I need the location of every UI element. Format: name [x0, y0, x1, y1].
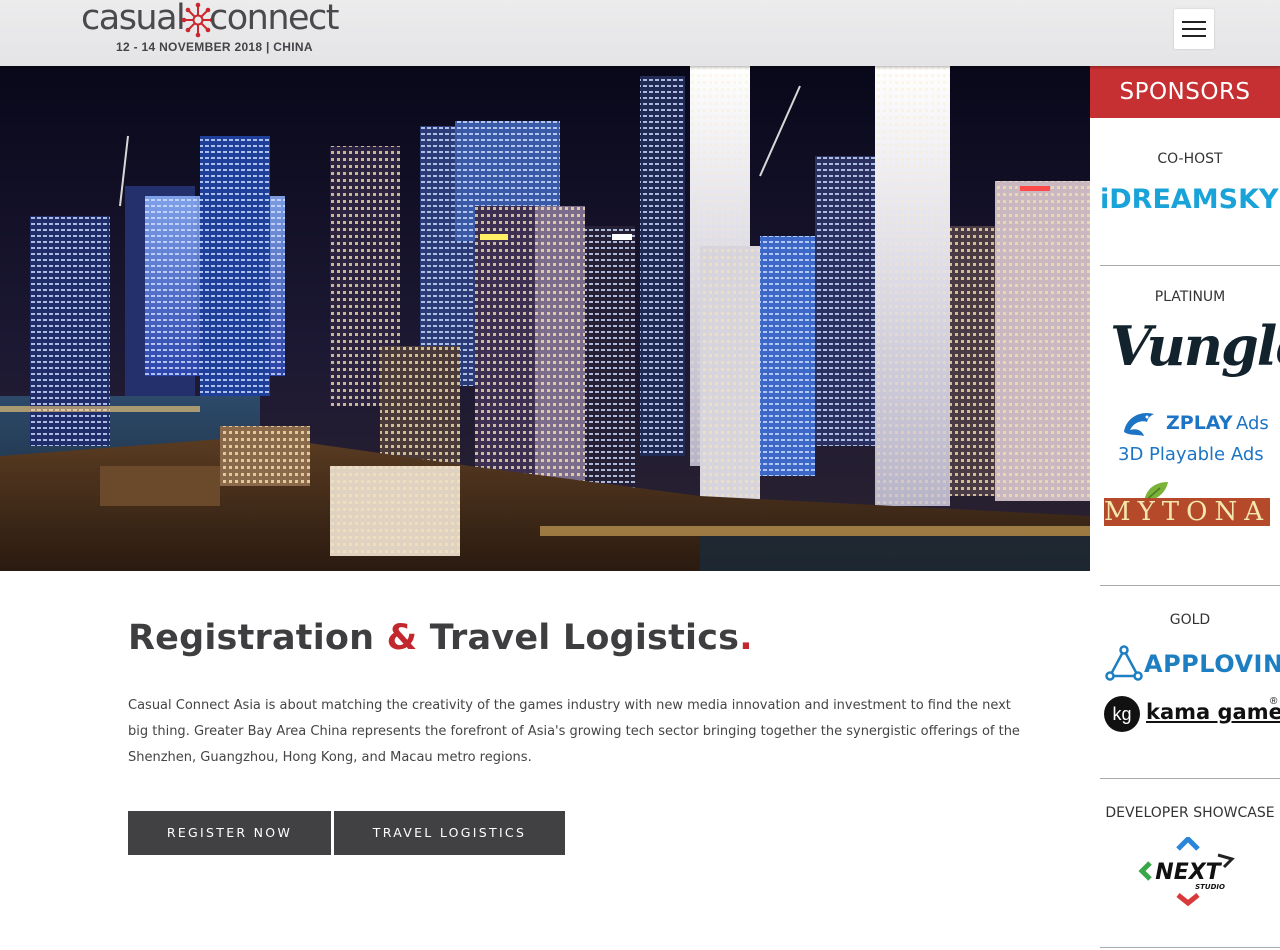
tier-platinum-label: PLATINUM — [1154, 289, 1226, 305]
site-header: casual connect 12 - 14 NOVEMBER 2018 | C… — [0, 0, 1280, 66]
sponsors-heading: SPONSORS — [1090, 66, 1280, 118]
kama-games-logo[interactable]: kg kama games ® — [1104, 694, 1280, 738]
zplay-name: ZPLAY — [1166, 412, 1233, 434]
kama-games-wordmark: kama games — [1146, 700, 1280, 724]
sponsor-divider — [1100, 947, 1280, 948]
title-registration: Registration — [128, 618, 375, 658]
zplay-subtitle: 3D Playable Ads — [1118, 444, 1264, 465]
next-wordmark: NEXT — [1155, 860, 1222, 885]
title-travel-logistics: Travel Logistics — [429, 618, 740, 658]
mytona-logo[interactable]: MYTONA — [1104, 482, 1274, 538]
dolphin-icon — [1124, 412, 1154, 436]
applovin-wordmark: APPLOVIN — [1144, 650, 1280, 678]
logo-connect-word: connect — [209, 0, 340, 38]
sponsors-sidebar: SPONSORS CO-HOST iDREAMSKY PLATINUM Vung… — [1090, 66, 1280, 950]
sponsor-divider — [1100, 265, 1280, 266]
hamburger-menu-icon[interactable] — [1174, 9, 1214, 49]
hero-city-skyline-image — [0, 66, 1090, 571]
mytona-wordmark: MYTONA — [1104, 497, 1270, 527]
register-now-button[interactable]: REGISTER NOW — [128, 811, 331, 855]
zplay-ads-word: Ads — [1236, 413, 1269, 434]
tier-developer-showcase-label: DEVELOPER SHOWCASE — [1105, 805, 1275, 821]
next-studio-emblem: NEXT STUDIO — [1138, 835, 1235, 907]
title-ampersand: & — [386, 618, 418, 658]
sponsor-divider — [1100, 778, 1280, 779]
logo-casual-word: casual — [81, 0, 186, 38]
page-title: Registration & Travel Logistics. — [128, 618, 753, 658]
next-studio-subtitle: STUDIO — [1195, 883, 1225, 891]
registered-mark: ® — [1270, 696, 1278, 707]
idreamsky-logo[interactable]: iDREAMSKY — [1100, 184, 1280, 215]
casual-connect-logo[interactable]: casual connect 12 - 14 NOVEMBER 2018 | C… — [80, 0, 350, 62]
kama-games-mark: kg — [1104, 696, 1140, 732]
skyline-illustration — [0, 66, 1090, 571]
next-studio-logo[interactable]: NEXT STUDIO — [1138, 835, 1238, 907]
applovin-logo[interactable]: APPLOVIN — [1104, 644, 1280, 688]
applovin-triangle-icon — [1105, 645, 1143, 681]
intro-paragraph: Casual Connect Asia is about matching th… — [128, 698, 1020, 765]
sponsor-divider — [1100, 585, 1280, 586]
tier-gold-label: GOLD — [1169, 612, 1211, 628]
event-dates: 12 - 14 NOVEMBER 2018 | CHINA — [116, 40, 313, 54]
travel-logistics-button[interactable]: TRAVEL LOGISTICS — [334, 811, 565, 855]
tier-cohost-label: CO-HOST — [1157, 151, 1223, 167]
title-dot: . — [739, 618, 753, 658]
vungle-logo[interactable]: Vungle — [1110, 314, 1280, 378]
